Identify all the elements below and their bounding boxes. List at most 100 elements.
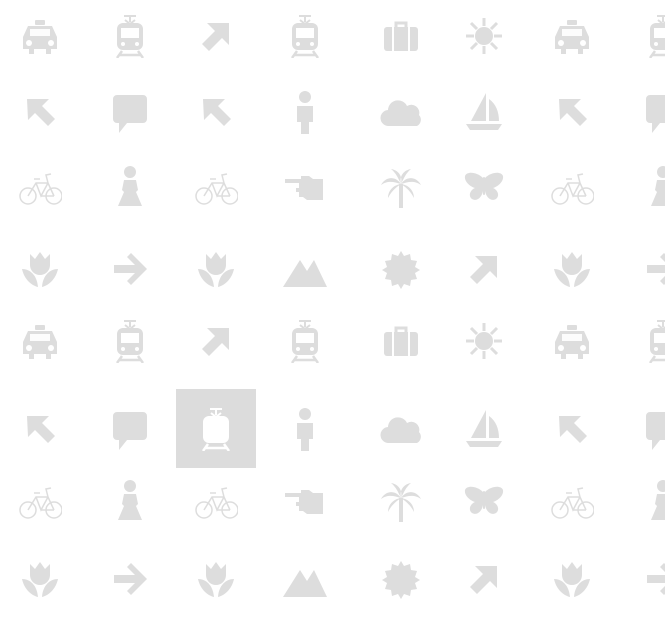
grid-cell-arrow-up-right[interactable] [176,0,256,75]
grid-cell-taxi[interactable] [532,301,612,380]
grid-cell-arrow-up-right[interactable] [176,301,256,380]
woman-icon [118,479,142,520]
grid-cell-bicycle[interactable] [176,462,256,541]
grid-cell-butterfly[interactable] [444,148,524,227]
palm-tree-icon [381,168,421,208]
grid-cell-sun[interactable] [444,301,524,380]
grid-cell-taxi[interactable] [0,301,80,380]
grid-cell-tulip[interactable] [0,539,80,618]
grid-cell-train[interactable] [623,301,665,380]
grid-cell-woman[interactable] [90,148,170,227]
taxi-icon [555,324,589,359]
grid-cell-train[interactable] [265,301,345,380]
grid-cell-train[interactable] [623,0,665,75]
grid-cell-sailboat[interactable] [444,389,524,468]
palm-tree-icon [381,482,421,522]
train-icon [115,14,145,58]
cloud-icon [380,416,421,443]
grid-cell-speech-bubble[interactable] [623,72,665,151]
bicycle-icon [195,172,238,205]
arrow-right-icon [114,562,147,595]
grid-cell-cloud[interactable] [361,389,441,468]
grid-cell-butterfly[interactable] [444,462,524,541]
arrow-up-right-icon [470,565,497,594]
grid-cell-arrow-right[interactable] [90,539,170,618]
woman-icon [651,165,665,206]
grid-cell-bicycle[interactable] [0,148,80,227]
grid-cell-arrow-up-left[interactable] [532,389,612,468]
man-icon [297,407,313,451]
grid-cell-palm-tree[interactable] [361,462,441,541]
train-icon [648,319,665,363]
mountains-icon [283,569,327,597]
grid-cell-arrow-up-left[interactable] [176,72,256,151]
grid-cell-train[interactable] [90,0,170,75]
grid-cell-tulip[interactable] [176,229,256,308]
grid-cell-tulip[interactable] [0,229,80,308]
tulip-icon [198,251,234,287]
speech-bubble-icon [646,94,665,133]
grid-cell-woman[interactable] [623,148,665,227]
arrow-up-right-icon [202,22,229,51]
grid-cell-speech-bubble[interactable] [623,389,665,468]
grid-cell-mountains[interactable] [265,229,345,308]
tulip-icon [22,251,58,287]
grid-cell-arrow-right[interactable] [623,229,665,308]
grid-cell-pointing-hand[interactable] [265,148,345,227]
grid-cell-tulip[interactable] [176,539,256,618]
grid-cell-tulip[interactable] [532,229,612,308]
arrow-right-icon [647,252,665,285]
grid-cell-taxi[interactable] [532,0,612,75]
tulip-icon [22,561,58,597]
grid-cell-man[interactable] [265,72,345,151]
grid-cell-arrow-up-left[interactable] [0,72,80,151]
sailboat-icon [466,409,502,447]
grid-cell-man[interactable] [265,389,345,468]
grid-cell-arrow-up-left[interactable] [532,72,612,151]
grid-cell-pointing-hand[interactable] [265,462,345,541]
taxi-icon [23,19,57,54]
grid-cell-suitcase[interactable] [361,301,441,380]
train-icon [290,319,320,363]
grid-cell-arrow-up-right[interactable] [444,539,524,618]
grid-cell-cloud[interactable] [361,72,441,151]
bicycle-icon [551,172,594,205]
pointing-hand-icon [285,489,323,514]
grid-cell-sun-badge[interactable] [361,229,441,308]
grid-cell-woman[interactable] [623,462,665,541]
grid-cell-arrow-right[interactable] [90,229,170,308]
grid-cell-sun-badge[interactable] [361,539,441,618]
man-icon [297,90,313,134]
grid-cell-train[interactable] [90,301,170,380]
grid-cell-taxi[interactable] [0,0,80,75]
arrow-right-icon [114,252,147,285]
sun-badge-icon [382,250,420,289]
grid-cell-sailboat[interactable] [444,72,524,151]
train-icon [115,319,145,363]
grid-cell-tulip[interactable] [532,539,612,618]
grid-cell-suitcase[interactable] [361,0,441,75]
grid-cell-palm-tree[interactable] [361,148,441,227]
grid-cell-speech-bubble[interactable] [90,72,170,151]
grid-cell-bicycle[interactable] [0,462,80,541]
arrow-right-icon [647,562,665,595]
grid-cell-mountains[interactable] [265,539,345,618]
pointing-hand-icon [285,175,323,200]
bicycle-icon [551,486,594,519]
grid-cell-train[interactable] [176,389,256,468]
arrow-up-left-icon [27,98,55,126]
bicycle-icon [195,486,238,519]
grid-cell-woman[interactable] [90,462,170,541]
grid-cell-arrow-up-left[interactable] [0,389,80,468]
grid-cell-sun[interactable] [444,0,524,75]
grid-cell-speech-bubble[interactable] [90,389,170,468]
grid-cell-bicycle[interactable] [532,148,612,227]
grid-cell-arrow-up-right[interactable] [444,229,524,308]
grid-cell-arrow-right[interactable] [623,539,665,618]
grid-cell-bicycle[interactable] [176,148,256,227]
arrow-up-left-icon [203,98,231,126]
tulip-icon [554,251,590,287]
grid-cell-train[interactable] [265,0,345,75]
grid-cell-bicycle[interactable] [532,462,612,541]
speech-bubble-icon [113,94,147,133]
